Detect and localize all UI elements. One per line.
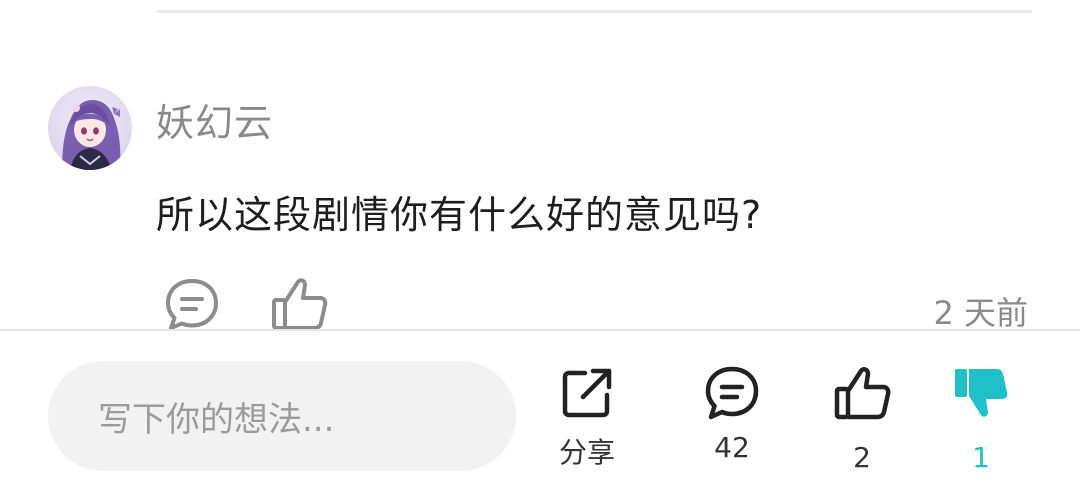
avatar[interactable] — [48, 86, 132, 170]
dislike-count: 1 — [972, 441, 990, 474]
chat-bubble-icon — [166, 279, 218, 330]
bottom-action-bar: 写下你的想法... 分享 42 2 1 — [0, 329, 1080, 502]
thumbs-up-icon — [834, 367, 891, 420]
comment-input[interactable]: 写下你的想法... — [48, 361, 516, 471]
dislike-button[interactable]: 1 — [926, 365, 1036, 475]
comment-input-placeholder: 写下你的想法... — [98, 399, 335, 440]
like-button[interactable] — [270, 276, 330, 330]
share-button[interactable]: 分享 — [532, 365, 642, 475]
thumbs-down-icon — [955, 369, 1008, 417]
comment-text: 所以这段剧情你有什么好的意见吗? — [156, 193, 763, 237]
top-divider — [156, 10, 1032, 13]
share-icon — [562, 368, 612, 418]
chat-bubble-icon — [705, 366, 759, 420]
share-label: 分享 — [558, 436, 615, 469]
comments-button[interactable]: 42 — [677, 365, 787, 475]
thumbs-up-icon — [272, 278, 328, 330]
comment-time: 2 天前 — [933, 294, 1028, 332]
reply-button[interactable] — [164, 278, 220, 330]
like-count: 2 — [853, 441, 871, 474]
comment-username[interactable]: 妖幻云 — [156, 92, 273, 147]
like-post-button[interactable]: 2 — [807, 365, 917, 475]
comment-count: 42 — [714, 431, 750, 464]
avatar-image — [48, 86, 132, 170]
